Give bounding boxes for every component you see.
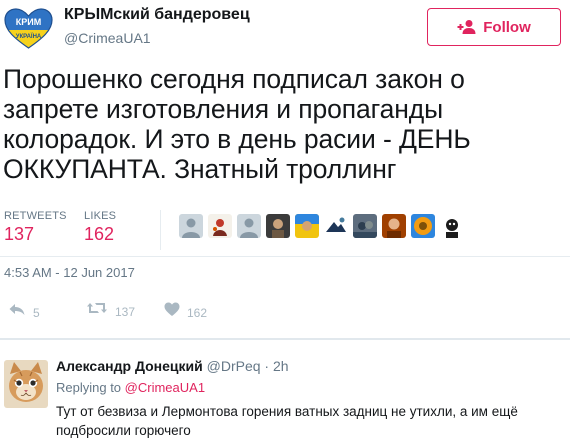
retweet-action[interactable]: 137: [86, 297, 135, 319]
like-action[interactable]: 162: [164, 298, 207, 320]
liker-avatar[interactable]: [382, 214, 406, 238]
liker-avatar[interactable]: [266, 214, 290, 238]
reply-header: Александр Донецкий @DrPeq · 2h: [56, 358, 289, 374]
add-user-icon: [457, 20, 476, 34]
replying-to-prefix: Replying to: [56, 380, 122, 395]
follow-button-label: Follow: [483, 18, 531, 36]
likes-count: 162: [84, 224, 115, 244]
retweets-count: 137: [4, 224, 35, 244]
logo-text-top: КРИМ: [16, 17, 41, 27]
reply-author-name[interactable]: Александр Донецкий: [56, 358, 203, 374]
likers-avatars: [179, 214, 464, 238]
tweet-timestamp[interactable]: 4:53 AM - 12 Jun 2017: [4, 265, 135, 280]
reply-count: 5: [33, 306, 40, 320]
heart-icon: [164, 302, 180, 316]
liker-avatar[interactable]: [237, 214, 261, 238]
author-display-name[interactable]: КРЫМский бандеровец: [64, 6, 250, 24]
like-count: 162: [187, 306, 208, 320]
retweets-stat[interactable]: RETWEETS 137: [4, 210, 67, 245]
liker-avatar[interactable]: [324, 214, 348, 238]
crimea-ukraine-heart-logo: КРИМ УКРАЇНА: [4, 8, 53, 49]
reply-author-avatar[interactable]: [4, 360, 48, 408]
divider: [0, 338, 570, 340]
liker-avatar[interactable]: [411, 214, 435, 238]
replying-to-line: Replying to @CrimeaUA1: [56, 380, 205, 395]
reply-author-handle[interactable]: @DrPeq: [207, 358, 261, 374]
divider: [0, 256, 570, 257]
liker-avatar[interactable]: [179, 214, 203, 238]
reply-icon: [9, 304, 25, 315]
author-avatar[interactable]: КРИМ УКРАЇНА: [4, 8, 53, 50]
kitten-avatar-image: [4, 360, 48, 408]
liker-avatar[interactable]: [208, 214, 232, 238]
liker-avatar[interactable]: [440, 214, 464, 238]
liker-avatar[interactable]: [353, 214, 377, 238]
retweet-count: 137: [115, 305, 136, 319]
liker-avatar[interactable]: [295, 214, 319, 238]
reply-text: Тут от безвиза и Лермонтова горения ватн…: [56, 404, 518, 438]
tweet-text: Порошенко сегодня подписал закон о запре…: [3, 64, 471, 184]
logo-text-bottom: УКРАЇНА: [16, 33, 42, 40]
retweets-label: RETWEETS: [4, 210, 67, 222]
follow-button[interactable]: Follow: [427, 8, 561, 46]
retweet-icon: [87, 303, 107, 313]
reply-age[interactable]: 2h: [273, 358, 289, 374]
reply-action[interactable]: 5: [8, 298, 40, 320]
likes-stat[interactable]: LIKES 162: [84, 210, 116, 245]
stats-divider: [160, 210, 161, 250]
replying-to-link[interactable]: @CrimeaUA1: [125, 380, 205, 395]
author-screen-name[interactable]: @CrimeaUA1: [64, 30, 151, 46]
reply-separator: ·: [264, 358, 270, 374]
likes-label: LIKES: [84, 210, 117, 222]
